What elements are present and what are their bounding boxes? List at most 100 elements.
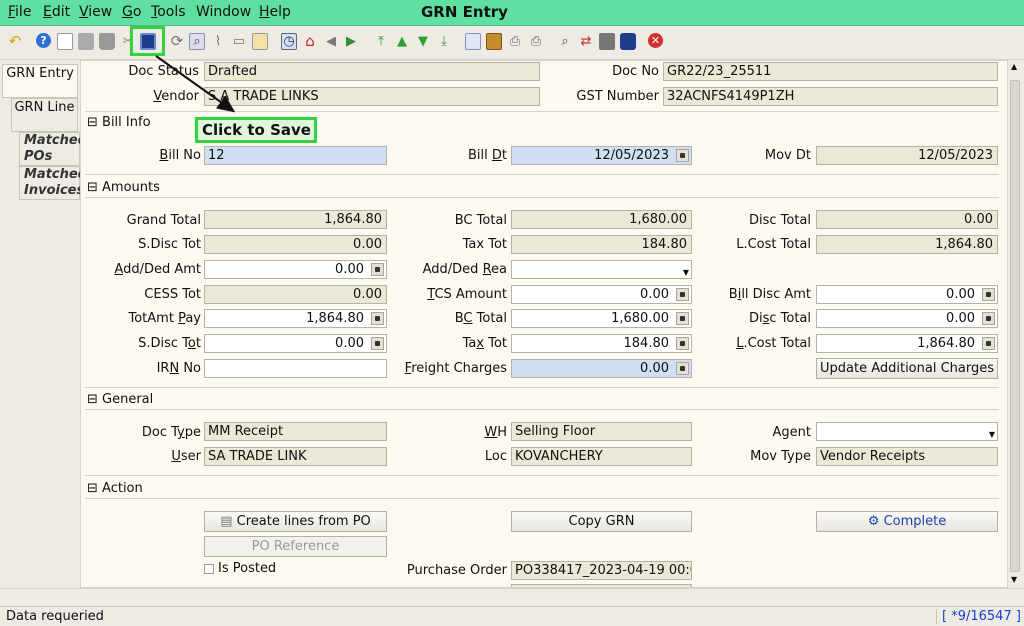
attachment-icon[interactable]: ⌇ (210, 33, 226, 50)
vendor-field[interactable]: S A TRADE LINKS (204, 87, 540, 106)
status-message: Data requeried (6, 609, 104, 624)
print-icon[interactable]: ⎙ (507, 33, 523, 50)
calculator-icon[interactable] (676, 362, 689, 375)
home-icon[interactable]: ⌂ (302, 33, 318, 50)
create-lines-from-po-button[interactable]: ▤ Create lines from PO (204, 511, 387, 532)
tax-tot2-field[interactable]: 184.80 (511, 334, 692, 353)
calculator-icon[interactable] (982, 337, 995, 350)
divider (85, 197, 999, 198)
menu-tools[interactable]: Tools (151, 4, 186, 20)
add-ded-amt-label: Add/Ded Amt (114, 262, 201, 277)
tab-matched-invoices[interactable]: Matched Invoices (19, 166, 87, 200)
bill-disc-amt-field[interactable]: 0.00 (816, 285, 998, 304)
menu-file[interactable]: File (8, 4, 31, 20)
menu-window[interactable]: Window (196, 4, 251, 20)
sdisc-tot2-field[interactable]: 0.00 (204, 334, 387, 353)
record-indicator[interactable]: [ *9/16547 ] (936, 609, 1021, 624)
horizontal-scrollbar[interactable] (0, 588, 1024, 606)
menu-edit[interactable]: Edit (43, 4, 70, 20)
tcs-amount-field[interactable]: 0.00 (511, 285, 692, 304)
refresh-icon[interactable]: ⟳ (169, 33, 185, 50)
calculator-icon[interactable] (982, 312, 995, 325)
lcost-total2-field[interactable]: 1,864.80 (816, 334, 998, 353)
add-ded-amt-field[interactable]: 0.00 (204, 260, 387, 279)
chat-icon[interactable]: ▭ (231, 33, 247, 50)
amounts-section[interactable]: ⊟ Amounts (87, 180, 160, 195)
calculator-icon[interactable] (371, 312, 384, 325)
tab-grn-entry[interactable]: GRN Entry (2, 64, 78, 98)
workflow-icon[interactable]: ⇄ (578, 33, 594, 50)
bill-info-section[interactable]: ⊟ Bill Info (87, 115, 151, 130)
menu-help[interactable]: Help (259, 4, 291, 20)
next-icon[interactable]: ▼ (415, 33, 431, 50)
cess-tot-field: 0.00 (204, 285, 387, 304)
help-icon[interactable]: ? (36, 33, 51, 48)
tab-matched-pos[interactable]: Matched POs (19, 132, 87, 166)
totamt-pay-field[interactable]: 1,864.80 (204, 309, 387, 328)
scroll-up-icon[interactable]: ▲ (1011, 62, 1017, 71)
menu-go[interactable]: Go (122, 4, 141, 20)
scrollbar-thumb[interactable] (1010, 80, 1020, 572)
print-preview-icon[interactable]: ⎙ (528, 33, 544, 50)
disc-total2-field[interactable]: 0.00 (816, 309, 998, 328)
calendar-icon[interactable] (676, 149, 689, 162)
gst-field: 32ACNFS4149P1ZH (663, 87, 998, 106)
loc-label: Loc (484, 449, 507, 464)
add-ded-rea-select[interactable]: ▼ (511, 260, 692, 279)
update-additional-charges-button[interactable]: Update Additional Charges (816, 358, 998, 379)
report-icon[interactable] (465, 33, 481, 50)
copy-grn-button[interactable]: Copy GRN (511, 511, 692, 532)
lock-icon[interactable] (620, 33, 636, 50)
irn-no-field[interactable] (204, 359, 387, 378)
cess-tot-label: CESS Tot (144, 287, 201, 302)
action-section[interactable]: ⊟ Action (87, 481, 143, 496)
dropdown-arrow-icon[interactable]: ▼ (683, 264, 689, 278)
zoom-icon[interactable]: ⌕ (557, 33, 573, 50)
calculator-icon[interactable] (982, 288, 995, 301)
archive-icon[interactable] (486, 33, 502, 50)
window-title: GRN Entry (421, 3, 508, 21)
forward-icon[interactable]: ▶ (343, 33, 359, 50)
menu-view[interactable]: View (79, 4, 112, 20)
previous-icon[interactable]: ▲ (394, 33, 410, 50)
mov-dt-label: Mov Dt (764, 148, 811, 163)
calculator-icon[interactable] (676, 312, 689, 325)
product-info-icon[interactable] (599, 33, 615, 50)
totamt-pay-label: TotAmt Pay (128, 311, 201, 326)
gst-label: GST Number (576, 89, 659, 104)
add-ded-rea-label: Add/Ded Rea (422, 262, 507, 277)
purchase-order-field: PO338417_2023-04-19 00:0 (511, 561, 692, 580)
back-icon[interactable]: ◀ (323, 33, 339, 50)
is-posted-checkbox[interactable] (204, 564, 214, 574)
undo-icon[interactable]: ↶ (7, 33, 23, 50)
calculator-icon[interactable] (371, 337, 384, 350)
calculator-icon[interactable] (676, 288, 689, 301)
general-section[interactable]: ⊟ General (87, 392, 153, 407)
close-icon[interactable]: ✕ (648, 33, 663, 48)
scroll-down-icon[interactable]: ▼ (1011, 575, 1017, 584)
calculator-icon[interactable] (676, 337, 689, 350)
doc-no-field: GR22/23_25511 (663, 62, 998, 81)
sdisc-tot-label: S.Disc Tot (138, 237, 201, 252)
bill-no-field[interactable]: 12 (204, 146, 387, 165)
delete-icon[interactable] (99, 33, 115, 50)
mov-dt-field: 12/05/2023 (816, 146, 998, 165)
tab-grn-line[interactable]: GRN Line (11, 98, 78, 132)
multi-view-icon[interactable] (252, 33, 268, 50)
calculator-icon[interactable] (371, 263, 384, 276)
doc-no-label: Doc No (612, 64, 659, 79)
disc-total-label: Disc Total (748, 213, 811, 228)
dropdown-arrow-icon[interactable]: ▼ (989, 426, 995, 440)
disc-total2-label: Disc Total (748, 311, 811, 326)
copy-icon[interactable] (78, 33, 94, 50)
agent-select[interactable]: ▼ (816, 422, 998, 441)
bill-dt-field[interactable]: 12/05/2023 (511, 146, 692, 165)
find-icon[interactable]: ⌕ (189, 33, 205, 50)
first-icon[interactable]: ⤒ (373, 33, 389, 50)
bc-total2-field[interactable]: 1,680.00 (511, 309, 692, 328)
complete-button[interactable]: ⚙ Complete (816, 511, 998, 532)
freight-field[interactable]: 0.00 (511, 359, 692, 378)
new-icon[interactable] (57, 33, 73, 50)
history-icon[interactable]: ◷ (281, 33, 297, 50)
last-icon[interactable]: ⤓ (436, 33, 452, 50)
